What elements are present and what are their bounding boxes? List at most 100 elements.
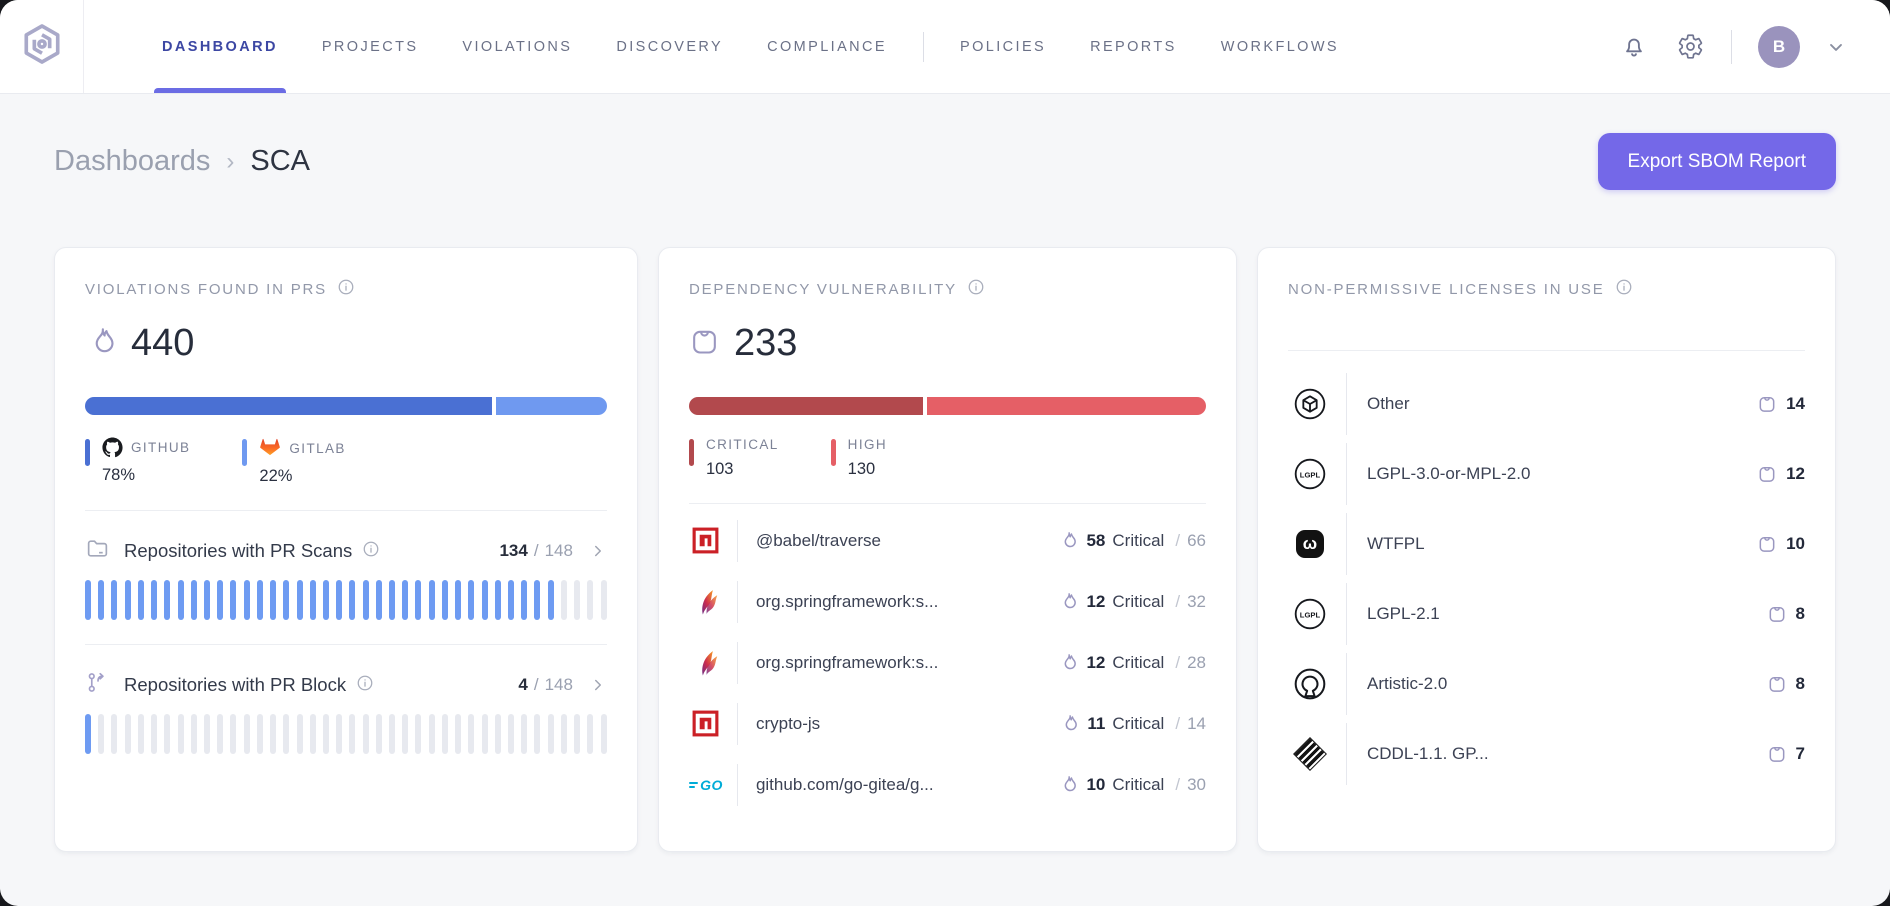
notifications-bell-icon[interactable] xyxy=(1619,32,1649,62)
segment-pill xyxy=(256,580,263,620)
package-row[interactable]: GO org.springframework:s... 12 Critical xyxy=(689,571,1206,632)
breadcrumb-separator-icon: › xyxy=(226,147,235,175)
legend-value: 78% xyxy=(102,466,136,484)
package-row[interactable]: GO org.springframework:s... 12 Critical xyxy=(689,632,1206,693)
header-actions: B xyxy=(1619,0,1890,93)
chevron-down-icon[interactable] xyxy=(1826,37,1846,57)
segment-pill xyxy=(547,580,554,620)
nav-item[interactable]: REPORTS xyxy=(1068,0,1199,93)
license-row[interactable]: LGPL ω Artistic-2 xyxy=(1288,649,1805,719)
app-window: DASHBOARD PROJECTS VIOLATIONS DISCOVERY … xyxy=(0,0,1890,906)
nav-item[interactable]: COMPLIANCE xyxy=(745,0,909,93)
segment-pill xyxy=(415,714,422,754)
segment-pill xyxy=(587,580,594,620)
segment-pill xyxy=(309,714,316,754)
license-row[interactable]: LGPL ω Other xyxy=(1288,369,1805,439)
nav-item[interactable]: DISCOVERY xyxy=(594,0,745,93)
total-count: 28 xyxy=(1187,652,1206,672)
segment-pill xyxy=(402,714,409,754)
nav-item[interactable]: WORKFLOWS xyxy=(1199,0,1361,93)
github-icon xyxy=(102,437,123,458)
legend-value: 22% xyxy=(259,467,293,485)
segment-pill xyxy=(455,580,462,620)
critical-count: 11 xyxy=(1087,713,1106,733)
pr-scans-label: Repositories with PR Scans xyxy=(124,540,353,561)
segment-pill xyxy=(322,714,329,754)
wtfpl-license-icon: ω xyxy=(1295,530,1324,558)
license-name: LGPL-2.1 xyxy=(1366,604,1440,623)
nav-item[interactable]: DASHBOARD xyxy=(140,0,300,93)
package-row[interactable]: GO @babel/traverse 58 Critical xyxy=(689,510,1206,571)
segment-pill xyxy=(428,714,435,754)
settings-gear-icon[interactable] xyxy=(1675,32,1705,62)
segment-pill xyxy=(190,580,197,620)
license-count: 14 xyxy=(1786,394,1806,413)
export-sbom-report-button[interactable]: Export SBOM Report xyxy=(1597,133,1836,190)
dependency-total: 233 xyxy=(733,322,798,364)
segment-pill xyxy=(547,714,554,754)
legend-item: GITHUB 78% xyxy=(85,437,190,486)
license-name: CDDL-1.1. GP... xyxy=(1366,744,1489,763)
divider xyxy=(688,503,1206,504)
info-icon[interactable] xyxy=(967,278,985,300)
divider xyxy=(1287,350,1806,351)
info-icon[interactable] xyxy=(362,540,380,563)
divider xyxy=(85,510,607,511)
source-legend: GITHUB 78% GITLAB 22% xyxy=(85,437,607,486)
segment-pill xyxy=(587,714,594,754)
license-row[interactable]: LGPL ω LGPL-2.1 xyxy=(1288,579,1805,649)
package-bag-icon xyxy=(1757,394,1777,414)
pr-scans-value: 134 xyxy=(499,541,528,560)
critical-word: Critical xyxy=(1112,713,1165,733)
user-avatar[interactable]: B xyxy=(1758,25,1800,68)
nav-item[interactable]: POLICIES xyxy=(938,0,1068,93)
package-bag-icon xyxy=(1767,674,1787,694)
package-row[interactable]: GO github.com/go-gitea/g... 10 Critical xyxy=(689,754,1206,815)
licenses-list: LGPL ω Other xyxy=(1288,369,1805,789)
pr-block-label: Repositories with PR Block xyxy=(124,674,347,695)
segment-pill xyxy=(508,714,514,754)
segment-pill xyxy=(389,714,396,754)
critical-count: 12 xyxy=(1086,591,1106,611)
license-count: 10 xyxy=(1786,534,1806,553)
license-row[interactable]: LGPL ω LGPL-3.0-o xyxy=(1288,439,1805,509)
segment-pill xyxy=(560,714,567,754)
chevron-right-icon[interactable] xyxy=(589,542,607,560)
license-count: 12 xyxy=(1786,464,1806,483)
segment-pill xyxy=(336,580,343,620)
info-icon[interactable] xyxy=(356,674,374,697)
segment-pill xyxy=(256,714,263,754)
hexagon-logo-icon xyxy=(19,21,65,72)
segment-pill xyxy=(560,580,567,620)
license-count: 8 xyxy=(1795,674,1806,693)
chevron-right-icon[interactable] xyxy=(589,676,607,694)
page-title: SCA xyxy=(250,145,311,177)
license-row[interactable]: LGPL ω WTFPL xyxy=(1288,509,1805,579)
segment-pill xyxy=(534,580,541,620)
severity-legend: CRITICAL 103 HIGH 130 xyxy=(688,437,1206,479)
segment-pill xyxy=(190,714,197,754)
segment-pill xyxy=(468,714,475,754)
info-icon[interactable] xyxy=(1615,278,1633,300)
header-divider xyxy=(1731,29,1732,64)
segment-pill xyxy=(137,580,144,620)
info-icon[interactable] xyxy=(337,278,355,300)
pr-scans-segment-bar xyxy=(85,580,607,620)
package-bag-icon xyxy=(1757,534,1777,554)
svg-text:LGPL: LGPL xyxy=(1300,470,1321,479)
card-title: DEPENDENCY VULNERABILITY xyxy=(688,280,957,298)
breadcrumb-dashboards[interactable]: Dashboards xyxy=(54,145,210,178)
segment-pill xyxy=(124,580,131,620)
nav-item[interactable]: VIOLATIONS xyxy=(440,0,594,93)
nav-item[interactable]: PROJECTS xyxy=(300,0,441,93)
package-bag-icon xyxy=(1767,744,1787,764)
segment-pill xyxy=(375,714,382,754)
segment-pill xyxy=(203,714,210,754)
license-row[interactable]: LGPL ω CDDL-1.1. xyxy=(1288,719,1805,789)
segment-pill xyxy=(98,580,105,620)
segment-pill xyxy=(243,714,250,754)
maven-feather-icon xyxy=(691,648,721,678)
package-row[interactable]: GO crypto-js 11 Critical xyxy=(689,693,1206,754)
app-logo[interactable] xyxy=(0,0,84,93)
critical-count: 12 xyxy=(1086,652,1106,672)
